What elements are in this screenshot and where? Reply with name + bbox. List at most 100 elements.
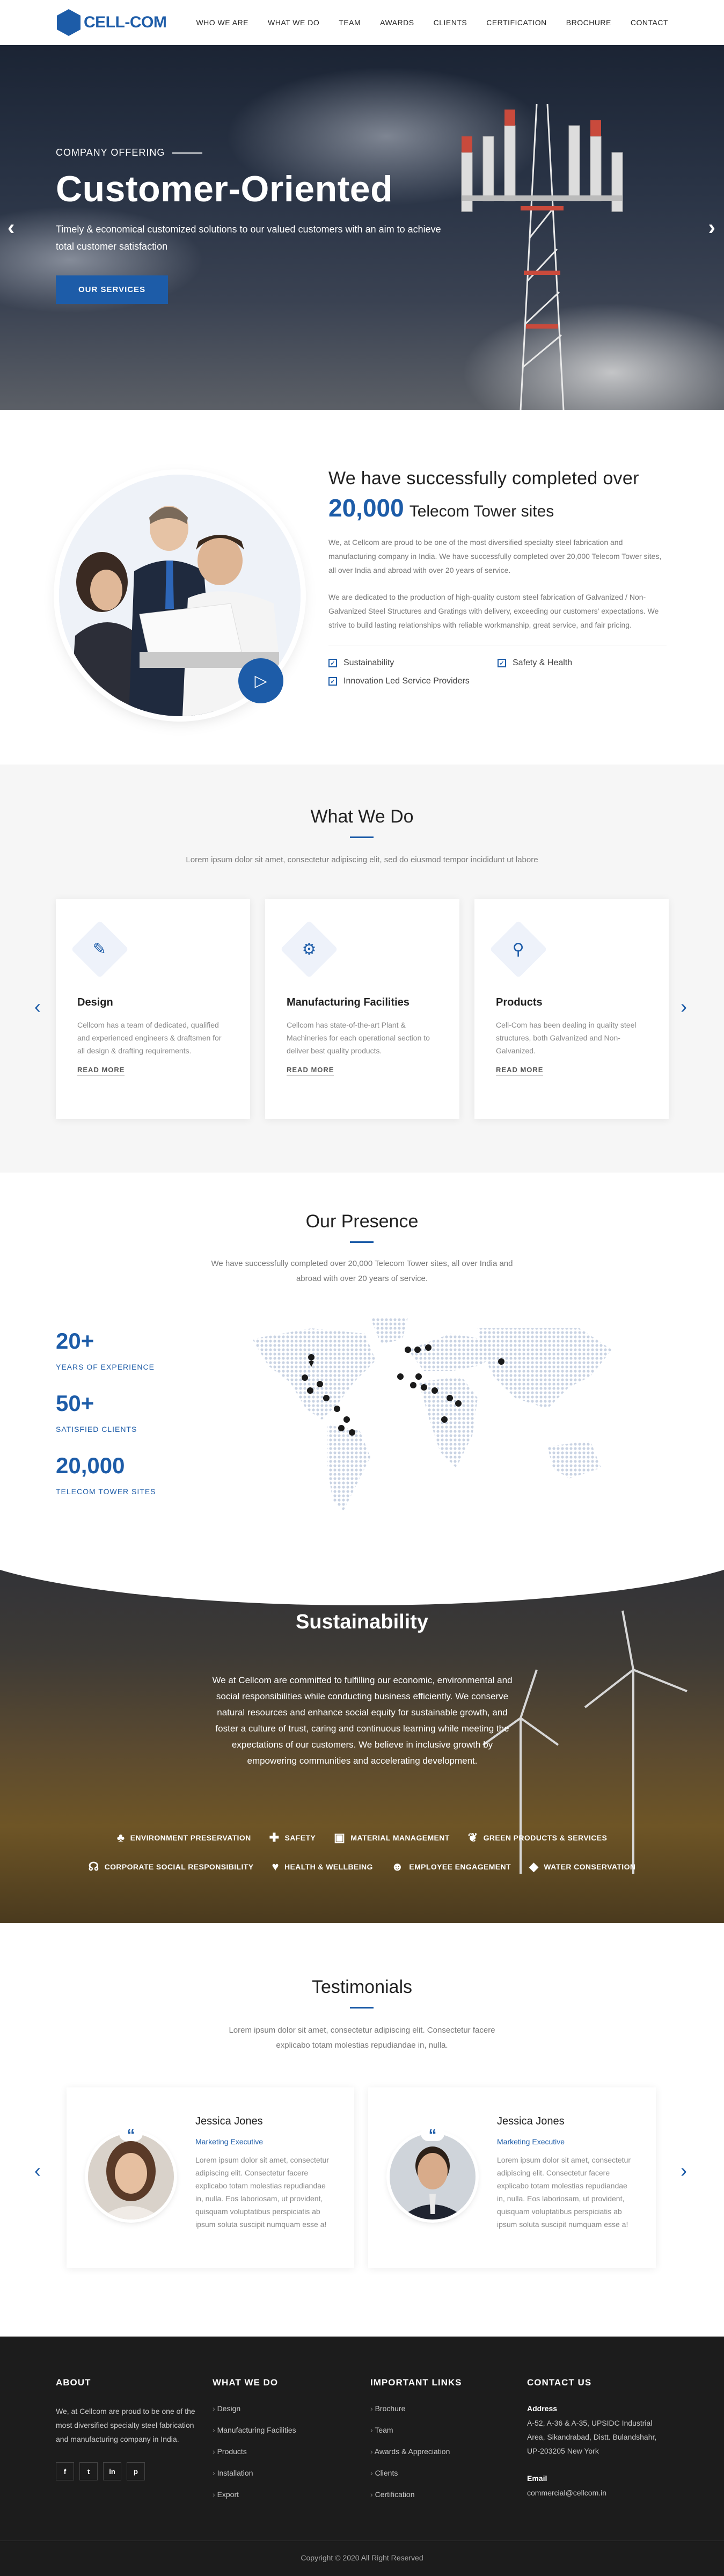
drop-icon: ◆ (529, 1860, 539, 1873)
stat-label: SATISFIED CLIENTS (56, 1425, 137, 1433)
pillar-label: HEALTH & WELLBEING (284, 1862, 373, 1871)
footer-about-text: We, at Cellcom are proud to be one of th… (56, 2407, 195, 2443)
logo-hexagon-icon (57, 9, 81, 36)
chevron-right-icon[interactable]: › (681, 995, 687, 1018)
about-heading2: Telecom Tower sites (409, 503, 554, 520)
footer-link[interactable]: Installation (213, 2469, 341, 2490)
nav-clients[interactable]: CLIENTS (434, 18, 467, 27)
people-icon: ☻ (391, 1860, 404, 1873)
testimonial-body: Jessica Jones Marketing Executive Lorem … (497, 2115, 637, 2231)
footer-heading: IMPORTANT LINKS (370, 2377, 462, 2388)
footer-link[interactable]: Products (213, 2447, 341, 2469)
sustainability-row-2: ☊ CORPORATE SOCIAL RESPONSIBILITY ♥ HEALTH… (0, 1860, 724, 1874)
nav-team[interactable]: TEAM (339, 18, 361, 27)
nav-awards[interactable]: AWARDS (380, 18, 414, 27)
nav-what-we-do[interactable]: WHAT WE DO (268, 18, 319, 27)
pillar-label: EMPLOYEE ENGAGEMENT (409, 1862, 511, 1871)
pillar-item: ✚ SAFETY (269, 1831, 316, 1845)
about-heading: We have successfully completed over (328, 468, 639, 489)
footer-link[interactable]: Export (213, 2490, 341, 2512)
card-text: Cell-Com has been dealing in quality ste… (496, 1021, 637, 1055)
section-subtitle: Lorem ipsum dolor sit amet, consectetur … (186, 855, 538, 864)
footer-link[interactable]: Design (213, 2404, 341, 2426)
about-paragraph-2: We are dedicated to the production of hi… (328, 593, 659, 629)
hero-kicker: COMPANY OFFERING (56, 147, 496, 158)
check-item: ✓ Sustainability (328, 658, 498, 668)
stat-label: TELECOM TOWER SITES (56, 1487, 156, 1496)
play-video-button[interactable]: ▷ (238, 658, 283, 703)
footer-link[interactable]: Certification (370, 2490, 499, 2512)
section-title: Testimonials (311, 1977, 413, 1997)
read-more-link[interactable]: READ MORE (287, 1066, 334, 1075)
logo-text: CELL-COM (84, 13, 167, 31)
footer-important-links: IMPORTANT LINKS Brochure Team Awards & A… (370, 2377, 499, 2512)
chevron-right-icon[interactable]: › (681, 2159, 687, 2182)
section-subtitle-line2: abroad with over 20 years of service. (296, 1274, 428, 1283)
testimonial-card: “ Jessica Jones Marketing Executive Lore… (368, 2087, 656, 2268)
footer-link[interactable]: Awards & Appreciation (370, 2447, 499, 2469)
pinterest-icon[interactable]: p (127, 2462, 145, 2480)
curve-divider (0, 1536, 724, 1605)
section-title: Our Presence (305, 1211, 419, 1232)
hero-title: Customer-Oriented (56, 169, 393, 209)
pillar-item: ▣ MATERIAL MANAGEMENT (334, 1831, 450, 1845)
email-value[interactable]: commercial@cellcom.in (527, 2486, 667, 2500)
testimonials-section: Testimonials Lorem ipsum dolor sit amet,… (0, 1923, 724, 2337)
title-underline (350, 2007, 374, 2009)
medkit-icon: ✚ (269, 1831, 280, 1844)
nav-who-we-are[interactable]: WHO WE ARE (196, 18, 248, 27)
about-paragraph-1: We, at Cellcom are proud to be one of th… (328, 538, 662, 574)
footer-link[interactable]: Brochure (370, 2404, 499, 2426)
nav-certification[interactable]: CERTIFICATION (486, 18, 547, 27)
pillar-label: CORPORATE SOCIAL RESPONSIBILITY (104, 1862, 254, 1871)
footer-link[interactable]: Manufacturing Facilities (213, 2426, 341, 2447)
pillar-item: ☻ EMPLOYEE ENGAGEMENT (391, 1860, 511, 1874)
our-services-button[interactable]: OUR SERVICES (56, 275, 169, 304)
pillar-label: SAFETY (284, 1833, 316, 1842)
footer-heading: WHAT WE DO (213, 2377, 279, 2388)
section-subtitle-line1: Lorem ipsum dolor sit amet, consectetur … (229, 2026, 495, 2035)
facebook-icon[interactable]: f (56, 2462, 74, 2480)
checkbox-icon: ✓ (328, 659, 337, 667)
footer-what-we-do: WHAT WE DO Design Manufacturing Faciliti… (213, 2377, 341, 2512)
linkedin-icon[interactable]: in (103, 2462, 121, 2480)
stat-clients: 50+ SATISFIED CLIENTS (56, 1391, 137, 1433)
stat-years: 20+ YEARS OF EXPERIENCE (56, 1328, 155, 1371)
footer-link[interactable]: Clients (370, 2469, 499, 2490)
pillar-label: MATERIAL MANAGEMENT (350, 1833, 450, 1842)
leaf-icon: ❦ (467, 1831, 478, 1844)
nav-contact[interactable]: CONTACT (631, 18, 668, 27)
chevron-left-icon[interactable]: ‹ (34, 2159, 41, 2182)
presence-section: Our Presence We have successfully comple… (0, 1173, 724, 1559)
footer-link-list: Design Manufacturing Facilities Products… (213, 2404, 341, 2512)
handshake-icon: ☊ (88, 1860, 99, 1873)
testimonial-name: Jessica Jones (195, 2115, 263, 2127)
read-more-link[interactable]: READ MORE (77, 1066, 125, 1075)
chevron-right-icon[interactable]: › (708, 216, 715, 240)
antenna-icon: ⚲ (489, 920, 547, 978)
logo[interactable]: CELL-COM (56, 9, 167, 37)
testimonial-card: “ Jessica Jones Marketing Executive Lore… (67, 2087, 354, 2268)
nav-brochure[interactable]: BROCHURE (566, 18, 611, 27)
read-more-link[interactable]: READ MORE (496, 1066, 544, 1075)
twitter-icon[interactable]: t (79, 2462, 98, 2480)
feature-checklist: ✓ Sustainability ✓ Safety & Health ✓ Innova… (328, 658, 667, 686)
stat-number: 50+ (56, 1391, 94, 1416)
world-map (252, 1318, 612, 1511)
chevron-left-icon[interactable]: ‹ (34, 995, 41, 1018)
email-label: Email (527, 2474, 547, 2483)
footer-heading: ABOUT (56, 2377, 91, 2388)
service-card-design: ✎ Design Cellcom has a team of dedicated… (56, 899, 250, 1119)
footer-link[interactable]: Team (370, 2426, 499, 2447)
quote-icon: “ (119, 2126, 143, 2144)
sustainability-text: We at Cellcom are committed to fulfillin… (212, 1675, 513, 1766)
social-links: f t in p (56, 2462, 195, 2480)
testimonial-role: Marketing Executive (497, 2137, 565, 2146)
pillar-label: GREEN PRODUCTS & SERVICES (483, 1833, 608, 1842)
card-title: Products (496, 996, 543, 1008)
quote-icon: “ (421, 2126, 444, 2144)
card-text: Cellcom has a team of dedicated, qualifi… (77, 1021, 222, 1055)
about-subheading: 20,000 Telecom Tower sites (328, 493, 667, 522)
chevron-left-icon[interactable]: ‹ (8, 216, 14, 240)
heart-icon: ♥ (272, 1860, 279, 1873)
